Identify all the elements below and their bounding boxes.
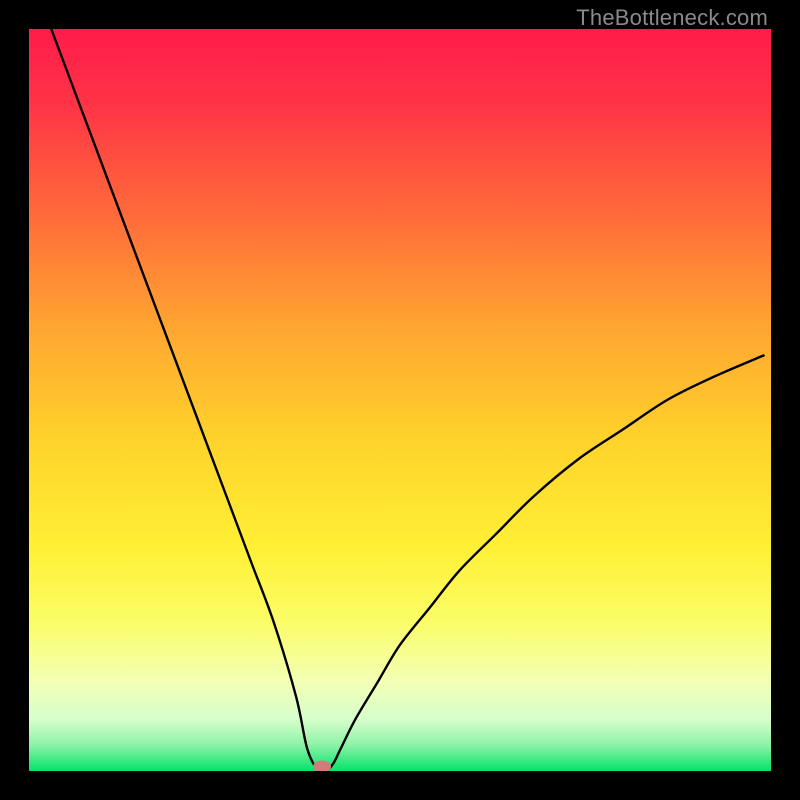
- plot-area: [29, 29, 771, 771]
- gradient-background: [29, 29, 771, 771]
- watermark-text: TheBottleneck.com: [576, 5, 768, 31]
- bottleneck-chart: [29, 29, 771, 771]
- chart-frame: TheBottleneck.com: [0, 0, 800, 800]
